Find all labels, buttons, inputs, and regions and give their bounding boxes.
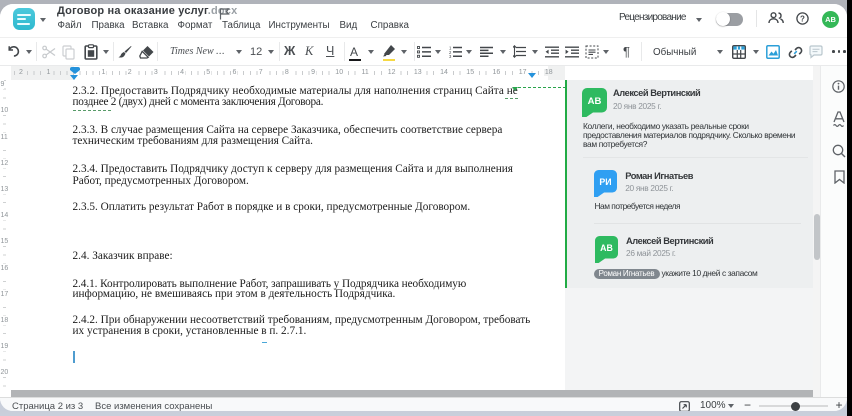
- svg-text:АВ: АВ: [587, 96, 601, 107]
- svg-text:РИ: РИ: [599, 177, 611, 187]
- svg-text:3: 3: [449, 54, 452, 58]
- svg-text:?: ?: [800, 14, 805, 23]
- svg-text:АВ: АВ: [600, 243, 613, 253]
